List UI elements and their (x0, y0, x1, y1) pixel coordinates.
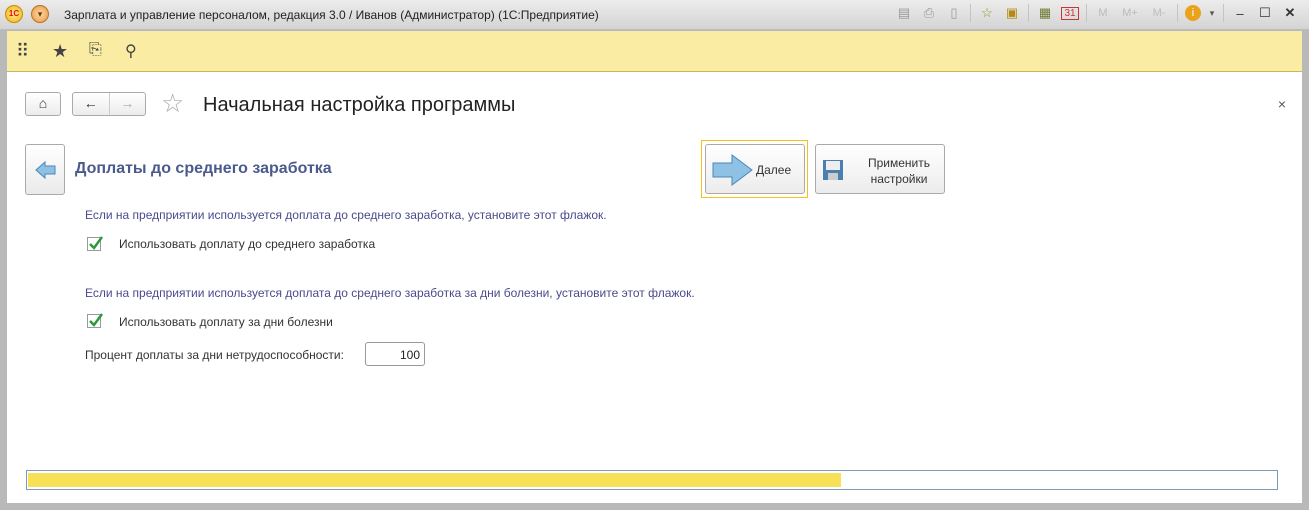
save-disk-icon (823, 160, 843, 180)
percent-label: Процент доплаты за дни нетрудоспособност… (85, 348, 344, 362)
hint-average-earnings: Если на предприятии используется доплата… (85, 208, 607, 222)
print-icon[interactable]: ⎙ (920, 5, 938, 21)
separator (970, 4, 971, 22)
back-step-button[interactable] (25, 144, 65, 195)
minimize-icon[interactable]: – (1231, 6, 1249, 21)
apps-grid-icon[interactable]: ⠿ (16, 41, 29, 62)
close-form-icon[interactable]: × (1278, 96, 1286, 112)
close-icon[interactable]: ✕ (1281, 5, 1299, 21)
hint-sick-days: Если на предприятии используется доплата… (85, 286, 695, 300)
star-icon[interactable]: ★ (52, 41, 68, 62)
checkbox-sick-days[interactable] (87, 313, 104, 328)
progress-bar (26, 470, 1278, 490)
checkbox-sick-days-label[interactable]: Использовать доплату за дни болезни (119, 315, 333, 329)
forward-arrow-icon[interactable]: → (110, 93, 146, 115)
left-arrow-icon (35, 160, 56, 180)
app-logo-icon: 1С (5, 5, 23, 23)
checkbox-average-earnings-label[interactable]: Использовать доплату до среднего заработ… (119, 237, 375, 251)
nav-back-forward: ← → (72, 92, 146, 116)
chevron-down-icon[interactable]: ▾ (1208, 8, 1216, 19)
title-bar: 1С ▾ Зарплата и управление персоналом, р… (0, 0, 1309, 30)
checkmark-icon (89, 313, 104, 327)
maximize-icon[interactable]: ☐ (1256, 5, 1274, 21)
checkbox-average-earnings[interactable] (87, 236, 104, 251)
search-icon[interactable]: ⚲ (125, 41, 137, 61)
next-label: Далее (756, 163, 792, 177)
calculator-icon[interactable]: ▦ (1036, 5, 1054, 21)
separator (1177, 4, 1178, 22)
main-menu-button[interactable]: ▾ (31, 5, 49, 23)
separator (1223, 4, 1224, 22)
form-area: ⌂ ← → ☆ Начальная настройка программы × … (7, 72, 1302, 503)
home-button[interactable]: ⌂ (25, 92, 61, 116)
memory-m-button[interactable]: M (1094, 7, 1112, 19)
separator (1028, 4, 1029, 22)
apply-label: Применить настройки (867, 156, 930, 186)
section-title: Доплаты до среднего заработка (75, 160, 332, 177)
add-favorite-icon[interactable]: ☆ (978, 5, 996, 21)
favorites-icon[interactable]: ▣ (1003, 5, 1021, 21)
save-icon[interactable]: ▤ (895, 5, 913, 21)
percent-input[interactable]: 100 (365, 342, 425, 366)
right-arrow-icon (712, 154, 753, 186)
calendar-icon[interactable]: 31 (1061, 6, 1079, 20)
info-icon[interactable]: i (1185, 5, 1201, 21)
page-title: Начальная настройка программы (203, 94, 516, 116)
apply-settings-button[interactable]: Применить настройки (815, 144, 945, 194)
memory-minus-button[interactable]: M- (1148, 7, 1170, 19)
preview-icon[interactable]: ▯ (945, 5, 963, 21)
favorite-star-icon[interactable]: ☆ (161, 88, 184, 119)
window-title: Зарплата и управление персоналом, редакц… (64, 8, 599, 22)
history-icon[interactable]: ⎘ (89, 41, 102, 59)
memory-plus-button[interactable]: M+ (1119, 7, 1141, 19)
back-arrow-icon[interactable]: ← (73, 93, 110, 115)
next-button[interactable]: Далее (705, 144, 805, 194)
checkmark-icon (89, 236, 104, 250)
progress-fill (28, 473, 841, 487)
sections-toolbar: ⠿ ★ ⎘ ⚲ (7, 31, 1302, 72)
separator (1086, 4, 1087, 22)
